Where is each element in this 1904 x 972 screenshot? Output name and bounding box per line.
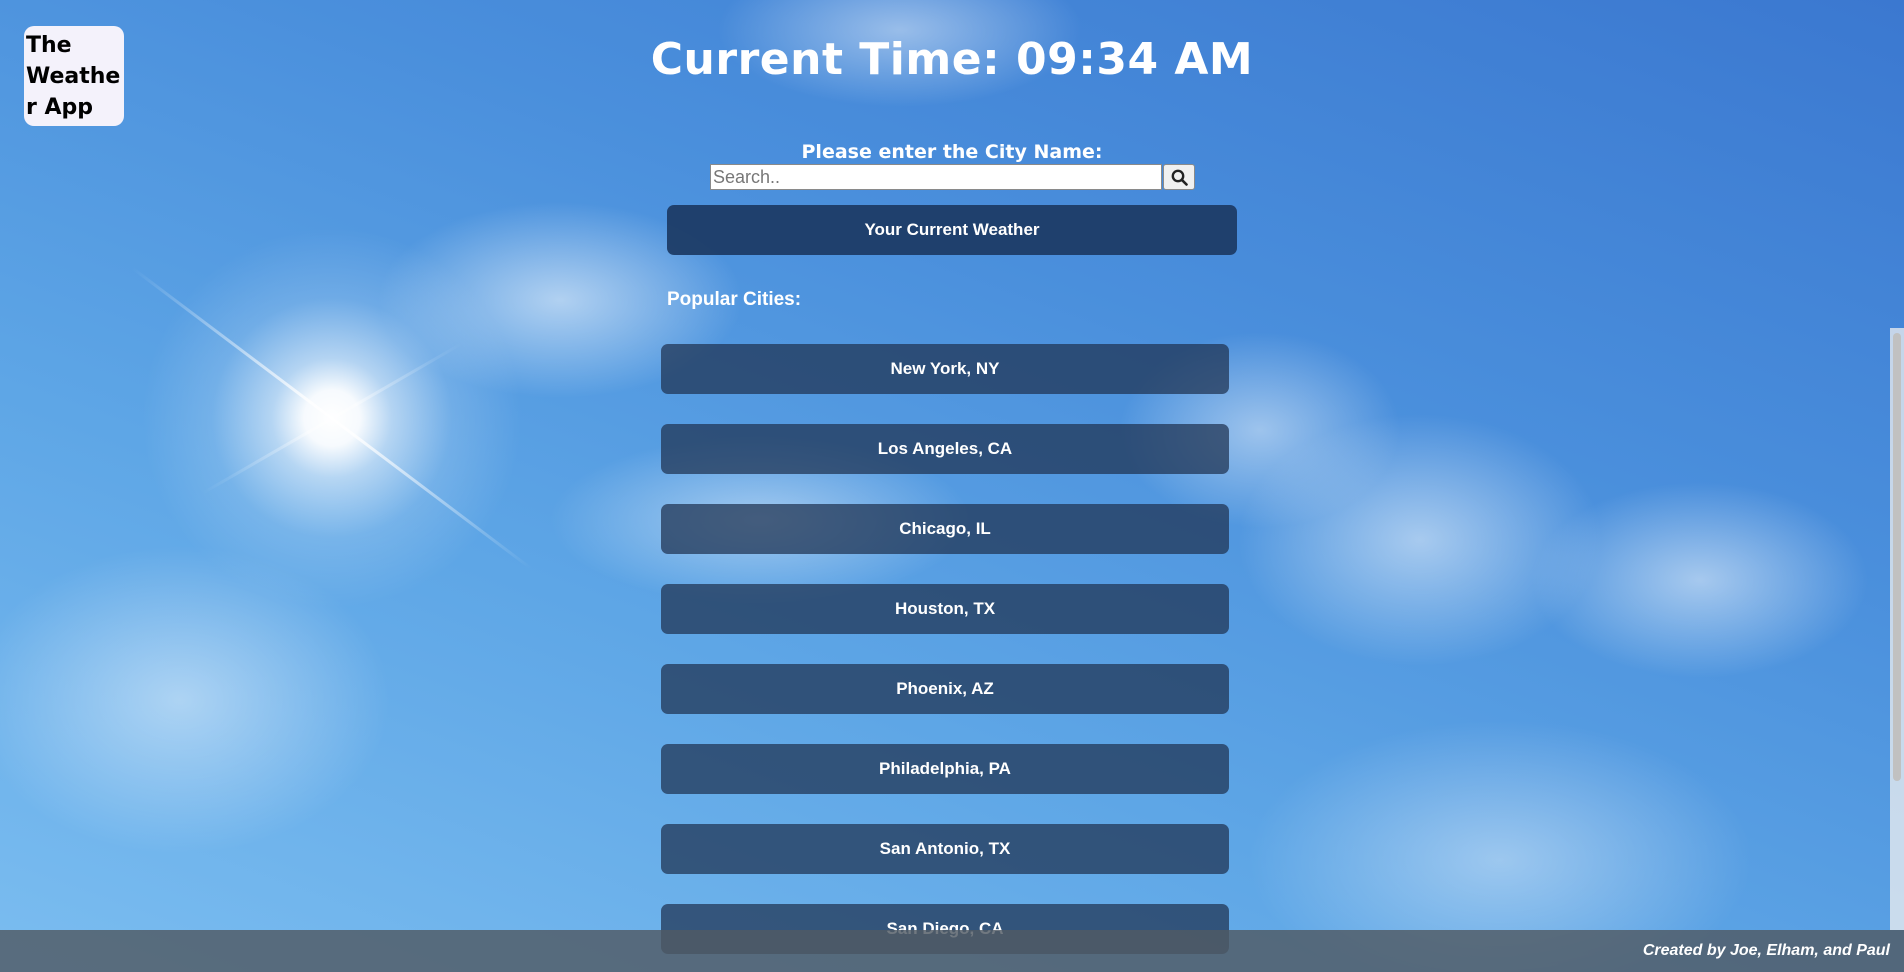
city-button-los-angeles[interactable]: Los Angeles, CA xyxy=(661,424,1229,474)
city-button-houston[interactable]: Houston, TX xyxy=(661,584,1229,634)
scrollbar-thumb[interactable] xyxy=(1893,333,1901,781)
search-input[interactable] xyxy=(710,164,1162,190)
city-button-philadelphia[interactable]: Philadelphia, PA xyxy=(661,744,1229,794)
city-button-new-york[interactable]: New York, NY xyxy=(661,344,1229,394)
current-weather-button[interactable]: Your Current Weather xyxy=(667,205,1237,255)
city-prompt-label: Please enter the City Name: xyxy=(801,141,1103,163)
sun-ray xyxy=(201,342,463,495)
search-icon xyxy=(1171,169,1188,186)
city-button-phoenix[interactable]: Phoenix, AZ xyxy=(661,664,1229,714)
city-button-chicago[interactable]: Chicago, IL xyxy=(661,504,1229,554)
footer: Created by Joe, Elham, and Paul xyxy=(0,930,1904,972)
search-button[interactable] xyxy=(1163,164,1195,190)
current-time: Current Time: 09:34 AM xyxy=(650,34,1254,85)
footer-credit: Created by Joe, Elham, and Paul xyxy=(1642,942,1890,959)
city-button-san-antonio[interactable]: San Antonio, TX xyxy=(661,824,1229,874)
popular-cities-heading: Popular Cities: xyxy=(667,289,802,310)
